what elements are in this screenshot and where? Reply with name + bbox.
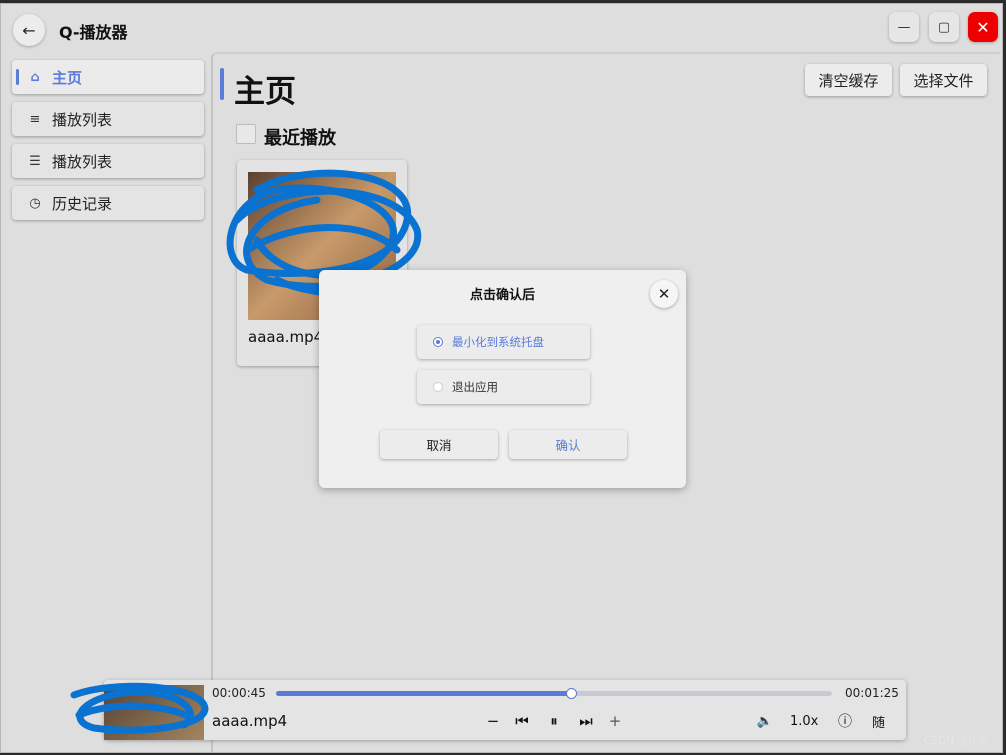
music-list-icon: ☰ bbox=[29, 153, 41, 169]
title-accent-bar bbox=[220, 68, 224, 100]
plus-icon[interactable]: + bbox=[608, 711, 622, 731]
confirm-dialog: 点击确认后 ✕ 最小化到系统托盘 退出应用 取消 确认 bbox=[319, 270, 686, 488]
close-icon: ✕ bbox=[976, 17, 990, 37]
dialog-title: 点击确认后 bbox=[469, 288, 535, 303]
next-icon[interactable]: ⏭ bbox=[578, 711, 594, 731]
video-name: aaaa.mp4 bbox=[248, 328, 324, 346]
option-minimize-to-tray[interactable]: 最小化到系统托盘 bbox=[417, 325, 590, 359]
maximize-button[interactable]: ▢ bbox=[929, 12, 959, 42]
sidebar-item-playlist[interactable]: ≡ 播放列表 bbox=[12, 102, 204, 136]
info-icon[interactable]: ⓘ bbox=[836, 711, 854, 731]
maximize-icon: ▢ bbox=[937, 19, 951, 35]
progress-fill bbox=[276, 691, 571, 696]
progress-handle[interactable] bbox=[565, 688, 577, 699]
volume-icon[interactable]: 🔈 bbox=[756, 711, 774, 731]
total-time: 00:01:25 bbox=[845, 686, 899, 700]
current-time: 00:00:45 bbox=[212, 686, 266, 700]
player-bar: 00:00:45 00:01:25 aaaa.mp4 − ⏮ ⏸ ⏭ + 🔈 1… bbox=[70, 680, 906, 740]
confirm-button[interactable]: 确认 bbox=[509, 430, 627, 459]
close-icon: ✕ bbox=[657, 285, 671, 303]
radio-unselected-icon bbox=[433, 382, 443, 392]
back-arrow-icon: ← bbox=[22, 20, 36, 40]
minimize-icon: — bbox=[897, 19, 911, 35]
clock-icon: ◷ bbox=[29, 195, 41, 211]
close-window-button[interactable]: ✕ bbox=[968, 12, 998, 42]
option-label: 最小化到系统托盘 bbox=[452, 335, 544, 349]
clear-cache-button[interactable]: 清空缓存 bbox=[805, 64, 892, 96]
speed-button[interactable]: 1.0x bbox=[790, 711, 818, 731]
sidebar-item-label: 主页 bbox=[52, 68, 83, 87]
back-button[interactable]: ← bbox=[13, 14, 45, 46]
cancel-button[interactable]: 取消 bbox=[380, 430, 498, 459]
shuffle-button[interactable]: 随 bbox=[872, 711, 885, 731]
title-bar: ← Q-播放器 — ▢ ✕ bbox=[1, 4, 1002, 52]
choose-file-button[interactable]: 选择文件 bbox=[900, 64, 987, 96]
minus-icon[interactable]: − bbox=[486, 711, 500, 731]
sidebar-item-label: 播放列表 bbox=[52, 110, 113, 129]
home-icon: ⌂ bbox=[30, 69, 40, 85]
sidebar-item-label: 播放列表 bbox=[52, 152, 113, 171]
sidebar: ⌂ 主页 ≡ 播放列表 ☰ 播放列表 ◷ 历史记录 bbox=[1, 52, 209, 752]
sidebar-item-label: 历史记录 bbox=[52, 194, 113, 213]
dialog-close-button[interactable]: ✕ bbox=[650, 280, 678, 308]
recent-label: 最近播放 bbox=[264, 128, 336, 149]
watermark: CSDN @仟白 bbox=[924, 735, 989, 747]
minimize-button[interactable]: — bbox=[889, 12, 919, 42]
option-exit-app[interactable]: 退出应用 bbox=[417, 370, 590, 404]
page-title: 主页 bbox=[234, 74, 296, 110]
playlist-icon: ≡ bbox=[29, 111, 41, 127]
sidebar-item-playlist-2[interactable]: ☰ 播放列表 bbox=[12, 144, 204, 178]
now-playing-thumbnail bbox=[104, 685, 204, 740]
sidebar-item-home[interactable]: ⌂ 主页 bbox=[12, 60, 204, 94]
pause-icon[interactable]: ⏸ bbox=[546, 711, 562, 731]
progress-bar[interactable] bbox=[276, 688, 832, 699]
app-title: Q-播放器 bbox=[59, 23, 128, 42]
sidebar-item-history[interactable]: ◷ 历史记录 bbox=[12, 186, 204, 220]
app-window: ← Q-播放器 — ▢ ✕ ⌂ 主页 ≡ 播放列表 ☰ 播放列表 ◷ 历史记录 bbox=[0, 3, 1003, 753]
option-label: 退出应用 bbox=[452, 380, 498, 394]
previous-icon[interactable]: ⏮ bbox=[514, 711, 530, 731]
radio-selected-icon bbox=[433, 337, 443, 347]
now-playing-name: aaaa.mp4 bbox=[212, 712, 288, 730]
recent-checkbox[interactable] bbox=[236, 124, 256, 144]
